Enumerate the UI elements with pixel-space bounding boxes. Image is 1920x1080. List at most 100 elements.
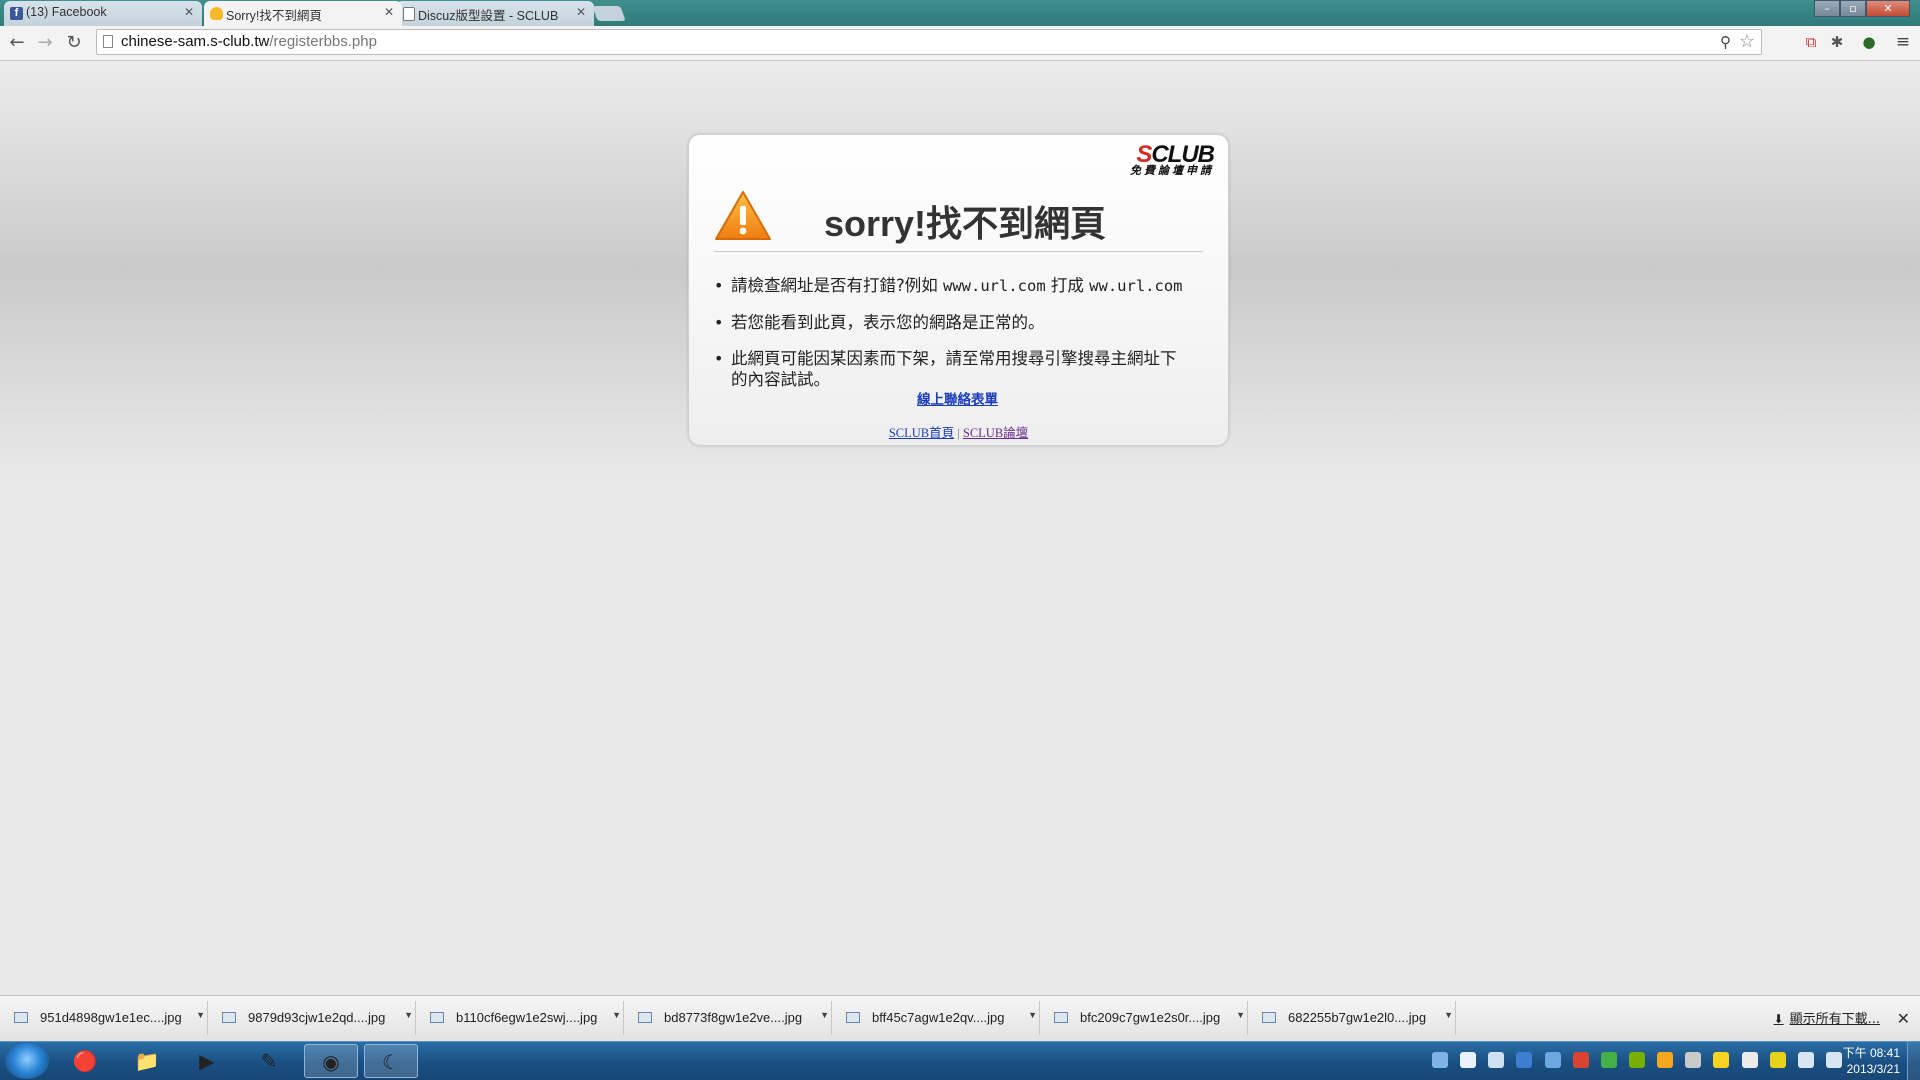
page-title: sorry!找不到網頁	[824, 203, 1107, 244]
hint-text: 打成	[1045, 276, 1090, 295]
url-example: www.url.com	[943, 277, 1046, 295]
tab-strip: f (13) Facebook ✕ Sorry!找不到網頁 ✕ Discuz版型…	[0, 0, 1920, 26]
tab-discuz[interactable]: Discuz版型設置 - SCLUB ✕	[396, 1, 594, 26]
tray-icon[interactable]	[1713, 1052, 1730, 1068]
browser-toolbar: ← → ↻ chinese-sam.s-club.tw/registerbbs.…	[0, 26, 1920, 61]
close-tab-icon[interactable]: ✕	[184, 5, 194, 19]
url-host: chinese-sam.s-club.tw	[121, 33, 270, 50]
dropdown-arrow-icon[interactable]: ▼	[1444, 998, 1453, 1032]
clock[interactable]: 下午 08:41 2013/3/21	[1843, 1045, 1900, 1077]
warning-icon	[715, 191, 771, 240]
close-tab-icon[interactable]: ✕	[576, 5, 586, 19]
clock-date: 2013/3/21	[1846, 1062, 1900, 1076]
back-arrow-icon[interactable]: ←	[5, 31, 29, 55]
tray-icon[interactable]	[1657, 1052, 1674, 1068]
download-item[interactable]: bfc209c7gw1e2s0r....jpg ▼	[1044, 1001, 1248, 1035]
new-tab-button[interactable]	[592, 6, 626, 21]
download-item[interactable]: 682255b7gw1e2l0....jpg ▼	[1252, 1001, 1456, 1035]
url-path: /registerbbs.php	[269, 33, 377, 50]
image-file-icon	[14, 1012, 28, 1023]
tray-icon[interactable]	[1685, 1052, 1702, 1068]
tray-icon[interactable]	[1572, 1052, 1589, 1068]
windows-taskbar: 🔴 📁 ▶ ✎ ◉ ☾ 下午 08:41 2013/3/21	[0, 1041, 1920, 1080]
volume-icon[interactable]	[1825, 1052, 1842, 1068]
close-window-button[interactable]: ✕	[1866, 0, 1910, 17]
download-filename: bfc209c7gw1e2s0r....jpg	[1080, 1010, 1221, 1025]
download-item[interactable]: bd8773f8gw1e2ve....jpg ▼	[628, 1001, 832, 1035]
close-tab-icon[interactable]: ✕	[384, 5, 394, 19]
logo-tagline: 免費論壇申請	[1130, 164, 1214, 177]
sclub-home-link[interactable]: SCLUB首頁	[889, 426, 954, 440]
tab-title: Discuz版型設置 - SCLUB	[418, 9, 559, 23]
tab-sorry[interactable]: Sorry!找不到網頁 ✕	[204, 1, 402, 26]
download-item[interactable]: 9879d93cjw1e2qd....jpg ▼	[212, 1001, 416, 1035]
page-icon	[103, 35, 113, 48]
document-icon	[403, 7, 415, 21]
url-example: ww.url.com	[1089, 277, 1183, 295]
tray-icon[interactable]	[1600, 1052, 1617, 1068]
network-icon[interactable]	[1797, 1052, 1814, 1068]
download-filename: 9879d93cjw1e2qd....jpg	[248, 1010, 386, 1025]
list-item: 此網頁可能因某因素而下架，請至常用搜尋引擎搜尋主網址下的內容試試。	[714, 348, 1184, 390]
footer-links: SCLUB首頁 | SCLUB論壇	[689, 422, 1228, 441]
download-item[interactable]: b110cf6egw1e2swj....jpg ▼	[420, 1001, 624, 1035]
dropdown-arrow-icon[interactable]: ▼	[196, 998, 205, 1032]
tray-icon[interactable]	[1488, 1052, 1505, 1068]
contact-form-link[interactable]: 線上聯絡表單	[917, 388, 998, 408]
ime-icon[interactable]	[1460, 1052, 1477, 1068]
close-shelf-icon[interactable]: ✕	[1897, 1002, 1910, 1036]
download-filename: bd8773f8gw1e2ve....jpg	[664, 1010, 803, 1025]
acrobat-icon[interactable]: ✎	[242, 1044, 296, 1078]
extension-puzzle-icon[interactable]: ✱	[1826, 31, 1848, 53]
file-explorer-icon[interactable]: 📁	[120, 1044, 174, 1078]
reload-icon[interactable]: ↻	[62, 31, 86, 55]
tray-icon[interactable]	[1769, 1052, 1786, 1068]
show-all-downloads-link[interactable]: ⬇ 顯示所有下載...	[1774, 1002, 1880, 1037]
help-icon[interactable]	[1516, 1052, 1533, 1068]
url-text: chinese-sam.s-club.tw/registerbbs.php	[121, 30, 377, 54]
link-separator: |	[957, 426, 960, 440]
tab-facebook[interactable]: f (13) Facebook ✕	[4, 1, 202, 26]
extension-adblock-icon[interactable]: ⧉	[1800, 31, 1822, 53]
image-file-icon	[1054, 1012, 1068, 1023]
flag-icon[interactable]	[1741, 1052, 1758, 1068]
download-arrow-icon: ⬇	[1773, 1012, 1784, 1026]
list-item: 若您能看到此頁，表示您的網路是正常的。	[714, 312, 1184, 333]
download-item[interactable]: bff45c7agw1e2qv....jpg ▼	[836, 1001, 1040, 1035]
minimize-button[interactable]: –	[1814, 0, 1840, 17]
dropdown-arrow-icon[interactable]: ▼	[612, 998, 621, 1032]
download-shelf: 951d4898gw1e1ec....jpg ▼ 9879d93cjw1e2qd…	[0, 995, 1920, 1041]
image-file-icon	[222, 1012, 236, 1023]
menu-icon[interactable]: ≡	[1892, 31, 1914, 53]
clock-time: 下午 08:41	[1842, 1046, 1900, 1060]
dropdown-arrow-icon[interactable]: ▼	[1028, 998, 1037, 1032]
error-card: SCLUB 免費論壇申請 sorry!找不到網頁 請檢查網址是否有打錯?例如 w…	[688, 134, 1229, 446]
dropdown-arrow-icon[interactable]: ▼	[404, 998, 413, 1032]
media-center-icon[interactable]: 🔴	[58, 1044, 112, 1078]
bookmark-star-icon[interactable]: ☆	[1739, 29, 1755, 53]
address-bar[interactable]: chinese-sam.s-club.tw/registerbbs.php ⚲ …	[96, 29, 1762, 55]
chrome-icon[interactable]: ◉	[304, 1044, 358, 1078]
sclub-logo[interactable]: SCLUB 免費論壇申請	[1130, 143, 1215, 177]
dropdown-arrow-icon[interactable]: ▼	[820, 998, 829, 1032]
search-icon[interactable]: ⚲	[1720, 31, 1731, 55]
page-viewport: SCLUB 免費論壇申請 sorry!找不到網頁 請檢查網址是否有打錯?例如 w…	[0, 61, 1920, 995]
download-filename: 682255b7gw1e2l0....jpg	[1288, 1010, 1427, 1025]
dropdown-arrow-icon[interactable]: ▼	[1236, 998, 1245, 1032]
sclub-forum-link[interactable]: SCLUB論壇	[963, 426, 1028, 440]
image-file-icon	[846, 1012, 860, 1023]
tray-icon[interactable]	[1544, 1052, 1561, 1068]
show-desktop-button[interactable]	[1907, 1042, 1920, 1080]
tab-title: (13) Facebook	[26, 5, 107, 19]
start-button[interactable]	[5, 1043, 49, 1079]
tray-icon[interactable]	[1432, 1052, 1448, 1068]
extension-globe-icon[interactable]: ●	[1858, 31, 1880, 53]
download-filename: bff45c7agw1e2qv....jpg	[872, 1010, 1005, 1025]
image-file-icon	[1262, 1012, 1276, 1023]
download-item[interactable]: 951d4898gw1e1ec....jpg ▼	[4, 1001, 208, 1035]
media-player-icon[interactable]: ▶	[180, 1044, 234, 1078]
forward-arrow-icon[interactable]: →	[33, 31, 57, 55]
app-icon[interactable]: ☾	[364, 1044, 418, 1078]
maximize-button[interactable]: ▫	[1840, 0, 1866, 17]
nvidia-icon[interactable]	[1628, 1052, 1645, 1068]
